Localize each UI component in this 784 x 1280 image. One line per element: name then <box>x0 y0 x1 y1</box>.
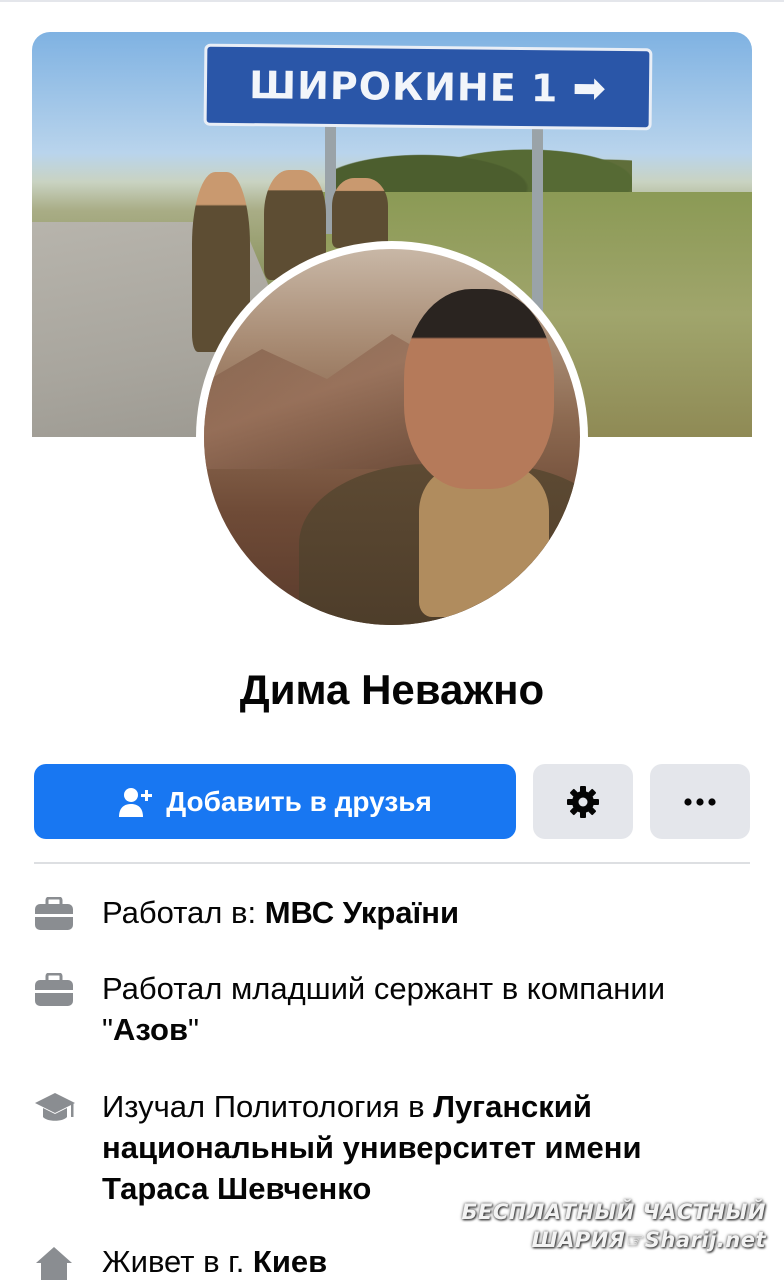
info-city-link[interactable]: Киев <box>253 1244 327 1279</box>
graduation-cap-icon <box>34 1088 80 1128</box>
avatar-head <box>404 289 554 489</box>
watermark-line-1: БЕСПЛАТНЫЙ ЧАСТНЫЙ <box>461 1200 766 1224</box>
info-company-link[interactable]: Азов <box>113 1012 188 1047</box>
avatar-scarf <box>419 467 549 617</box>
add-friend-label: Добавить в друзья <box>166 785 432 817</box>
info-prefix: Живет в г. <box>102 1244 253 1279</box>
info-suffix: " <box>188 1012 200 1047</box>
road-sign: ШИРОКИНЕ 1 ➡ <box>203 43 653 131</box>
gear-icon <box>566 785 600 819</box>
info-text: Работал младший сержант в компании "Азов… <box>102 968 742 1050</box>
settings-button[interactable] <box>533 764 633 839</box>
info-row-education: Изучал Политология в Луганский националь… <box>34 1086 750 1209</box>
section-divider <box>34 862 750 864</box>
more-dots-icon <box>683 797 717 807</box>
road-sign-text: ШИРОКИНЕ 1 <box>248 63 559 111</box>
info-text: Работал в: МВС України <box>102 892 742 933</box>
info-prefix: Работал в: <box>102 895 265 930</box>
avatar-photo <box>204 249 580 625</box>
cover-person-3 <box>332 178 388 248</box>
profile-avatar[interactable] <box>196 241 588 633</box>
watermark: БЕСПЛАТНЫЙ ЧАСТНЫЙ ШАРИЯ☞Sharij.net <box>462 1198 766 1254</box>
add-friend-icon <box>118 786 154 818</box>
top-divider <box>0 0 784 2</box>
briefcase-icon <box>34 970 80 1010</box>
info-text: Изучал Политология в Луганский националь… <box>102 1086 742 1209</box>
profile-name: Дима Неважно <box>239 666 545 713</box>
add-friend-button[interactable]: Добавить в друзья <box>34 764 516 839</box>
info-row-work-2: Работал младший сержант в компании "Азов… <box>34 968 750 1050</box>
info-workplace-link[interactable]: МВС України <box>265 895 459 930</box>
briefcase-icon <box>34 894 80 934</box>
info-prefix: Изучал Политология в <box>102 1089 434 1124</box>
more-options-button[interactable] <box>650 764 750 839</box>
home-icon <box>34 1243 80 1280</box>
info-row-work-1: Работал в: МВС України <box>34 892 750 934</box>
watermark-line-2: ШАРИЯ☞Sharij.net <box>531 1228 766 1252</box>
road-sign-arrow-icon: ➡ <box>572 65 608 112</box>
